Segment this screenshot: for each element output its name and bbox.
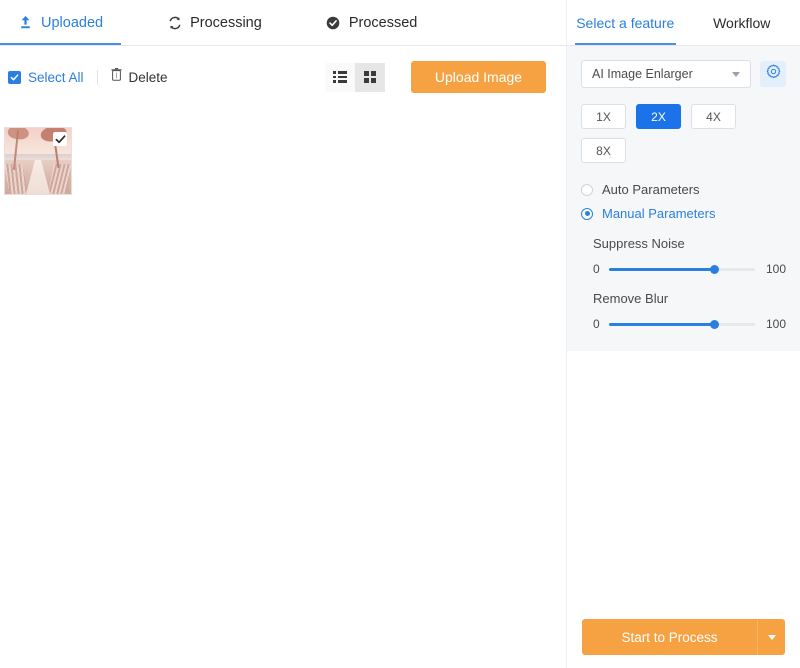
thumbnail-selected-check-icon[interactable] bbox=[53, 132, 67, 146]
suppress-noise-knob[interactable] bbox=[709, 264, 719, 274]
chevron-down-icon bbox=[767, 634, 776, 640]
suppress-noise-track[interactable] bbox=[608, 264, 755, 274]
tab-select-a-feature-label: Select a feature bbox=[576, 14, 675, 31]
remove-blur-max: 100 bbox=[765, 317, 786, 331]
grid-view-icon bbox=[364, 71, 376, 83]
delete-label: Delete bbox=[128, 69, 168, 85]
auto-parameters-radio[interactable]: Auto Parameters bbox=[581, 182, 786, 197]
tab-processing-label: Processing bbox=[190, 14, 262, 31]
tab-uploaded[interactable]: Uploaded bbox=[0, 0, 122, 45]
tab-processed-label: Processed bbox=[348, 14, 418, 31]
upload-icon bbox=[18, 15, 33, 30]
main-tabbar: Uploaded Processing Processed bbox=[0, 0, 566, 46]
check-circle-icon bbox=[326, 15, 341, 30]
chevron-down-icon bbox=[732, 72, 740, 77]
panel-tabbar: Select a feature Workflow bbox=[567, 0, 800, 46]
remove-blur-label: Remove Blur bbox=[593, 291, 669, 306]
radio-selected-icon bbox=[581, 207, 593, 220]
gear-icon bbox=[766, 64, 781, 84]
panel-footer: Start to Process bbox=[582, 619, 785, 655]
feature-select-row: AI Image Enlarger bbox=[581, 60, 786, 88]
remove-blur-slider[interactable]: 0 100 bbox=[593, 317, 786, 331]
suppress-noise-max: 100 bbox=[765, 262, 786, 276]
remove-blur-fill bbox=[608, 322, 714, 326]
list-view-button[interactable] bbox=[325, 62, 355, 92]
delete-button[interactable]: Delete bbox=[110, 68, 168, 86]
scale-2x-button[interactable]: 2X bbox=[636, 104, 681, 129]
manual-parameters-label: Manual Parameters bbox=[602, 206, 716, 221]
start-options-button[interactable] bbox=[757, 619, 785, 655]
remove-blur-track[interactable] bbox=[608, 319, 755, 329]
tab-uploaded-label: Uploaded bbox=[41, 14, 104, 31]
manual-parameters-radio[interactable]: Manual Parameters bbox=[581, 206, 786, 221]
tab-select-a-feature[interactable]: Select a feature bbox=[567, 0, 684, 45]
feature-select-value: AI Image Enlarger bbox=[592, 67, 693, 81]
select-all-checkbox[interactable]: Select All bbox=[8, 70, 84, 85]
remove-blur-min: 0 bbox=[593, 317, 600, 331]
app-root: Uploaded Processing Processed Select All… bbox=[0, 0, 800, 668]
list-view-icon bbox=[333, 71, 347, 83]
gallery-toolbar: Select All Delete Upload Image bbox=[0, 46, 566, 108]
gallery-canvas bbox=[0, 108, 566, 668]
scale-8x-button[interactable]: 8X bbox=[581, 138, 626, 163]
radio-unselected-icon bbox=[581, 183, 593, 196]
upload-image-button[interactable]: Upload Image bbox=[411, 61, 546, 93]
feature-select[interactable]: AI Image Enlarger bbox=[581, 60, 751, 88]
suppress-noise-fill bbox=[608, 267, 714, 271]
settings-gear-button[interactable] bbox=[760, 61, 786, 87]
checkbox-checked-icon bbox=[8, 70, 21, 84]
suppress-noise-slider[interactable]: 0 100 bbox=[593, 262, 786, 276]
toolbar-divider bbox=[96, 69, 98, 85]
refresh-icon bbox=[167, 15, 182, 30]
tab-workflow[interactable]: Workflow bbox=[684, 0, 800, 45]
suppress-noise-min: 0 bbox=[593, 262, 600, 276]
suppress-noise-label: Suppress Noise bbox=[593, 236, 685, 251]
trash-icon bbox=[110, 68, 122, 86]
scale-row-secondary: 8X bbox=[581, 138, 786, 163]
remove-blur-knob[interactable] bbox=[709, 319, 719, 329]
select-all-label: Select All bbox=[28, 69, 84, 85]
tab-processing[interactable]: Processing bbox=[149, 0, 280, 45]
grid-view-button[interactable] bbox=[355, 62, 385, 92]
feature-settings: AI Image Enlarger 1X 2X 4X 8X Auto Param… bbox=[567, 46, 800, 351]
tab-workflow-label: Workflow bbox=[713, 14, 771, 31]
view-toggle-group bbox=[325, 62, 385, 92]
start-to-process-button[interactable]: Start to Process bbox=[582, 619, 757, 655]
auto-parameters-label: Auto Parameters bbox=[602, 182, 700, 197]
tab-processed[interactable]: Processed bbox=[308, 0, 436, 45]
scale-1x-button[interactable]: 1X bbox=[581, 104, 626, 129]
gallery-thumbnail[interactable] bbox=[4, 127, 72, 195]
scale-4x-button[interactable]: 4X bbox=[691, 104, 736, 129]
scale-row-primary: 1X 2X 4X bbox=[581, 104, 786, 129]
feature-panel: Select a feature Workflow AI Image Enlar… bbox=[566, 0, 800, 668]
